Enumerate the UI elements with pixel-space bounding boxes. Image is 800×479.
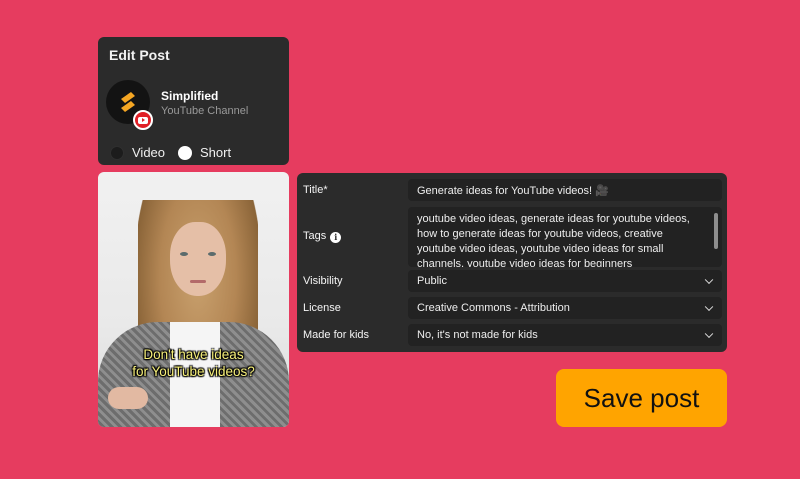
radio-unchecked-icon[interactable] [110,145,124,160]
post-type-video-label: Video [132,145,166,160]
title-input[interactable]: Generate ideas for YouTube videos! 🎥 [408,179,722,201]
made-for-kids-select[interactable]: No, it's not made for kids [408,324,722,346]
kids-value: No, it's not made for kids [417,329,538,341]
post-type-video-option[interactable]: Video [110,145,165,160]
info-icon[interactable]: i [330,231,342,243]
license-select[interactable]: Creative Commons - Attribution [408,297,722,319]
visibility-select[interactable]: Public [408,270,722,292]
visibility-value: Public [417,275,447,287]
tags-value: youtube video ideas, generate ideas for … [417,213,690,267]
title-label: Title* [303,184,328,196]
post-details-form: Title* Generate ideas for YouTube videos… [297,173,727,352]
license-value: Creative Commons - Attribution [417,302,570,314]
tags-input[interactable]: youtube video ideas, generate ideas for … [408,207,722,267]
video-preview[interactable]: Don't have ideas for YouTube videos? [98,172,289,427]
channel-name: Simplified [161,89,219,103]
video-caption-line-2: for YouTube videos? [132,364,255,379]
tags-scrollbar[interactable] [714,213,718,249]
tags-label-row: Tags i [303,230,342,243]
chevron-down-icon [704,275,714,285]
video-caption: Don't have ideas for YouTube videos? [98,346,289,380]
post-type-short-label: Short [200,145,232,160]
chevron-down-icon [704,302,714,312]
save-post-button[interactable]: Save post [556,369,727,427]
tags-label: Tags [303,230,327,242]
visibility-label: Visibility [303,275,343,287]
channel-type: YouTube Channel [161,105,249,117]
radio-checked-icon[interactable] [178,145,192,160]
kids-label: Made for kids [303,329,370,341]
youtube-icon [133,110,153,130]
video-caption-line-1: Don't have ideas [143,347,244,362]
edit-post-title: Edit Post [109,47,170,63]
license-label: License [303,302,341,314]
chevron-down-icon [704,329,714,339]
post-type-short-option[interactable]: Short [178,145,231,160]
